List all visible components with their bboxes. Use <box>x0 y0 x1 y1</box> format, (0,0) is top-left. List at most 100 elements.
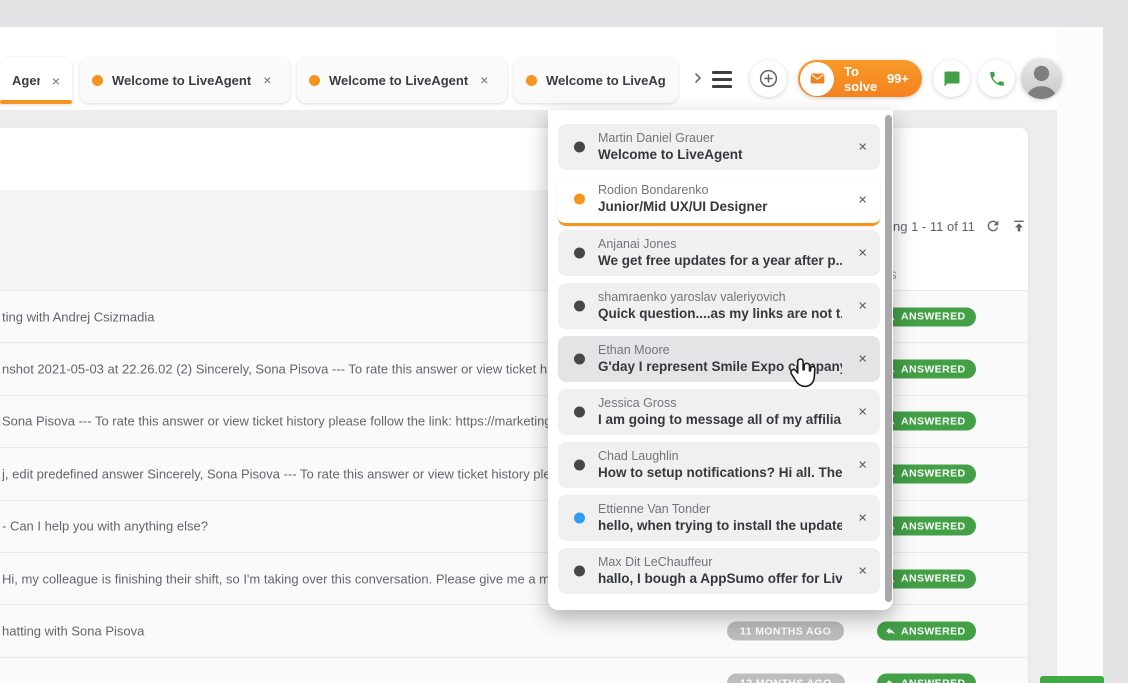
status-badge-label: ANSWERED <box>901 677 965 683</box>
right-gray-strip <box>1103 27 1128 683</box>
tab-close-icon[interactable]: × <box>263 72 271 88</box>
tab-status-dot-icon <box>309 75 320 86</box>
ticket-item-text: Jessica GrossI am going to message all o… <box>598 395 842 429</box>
ticket-tab[interactable]: Welcome to LiveAgent × <box>297 57 507 103</box>
cursor-pointer-icon <box>788 358 816 388</box>
tabs-overflow-chevron-icon[interactable] <box>690 68 706 88</box>
ticket-close-icon[interactable]: × <box>858 457 867 474</box>
right-white-strip <box>1057 27 1103 683</box>
ticket-requester-name: Max Dit LeChauffeur <box>598 554 842 570</box>
ticket-close-icon[interactable]: × <box>858 563 867 580</box>
status-badge-label: ANSWERED <box>901 573 965 585</box>
status-badge-label: ANSWERED <box>901 468 965 480</box>
status-badge-label: ANSWERED <box>901 520 965 532</box>
refresh-icon[interactable] <box>985 218 1001 234</box>
user-avatar[interactable] <box>1021 58 1062 99</box>
ticket-close-icon[interactable]: × <box>858 404 867 421</box>
ticket-subject: How to setup notifications? Hi all. The … <box>598 464 842 482</box>
status-badge: ANSWERED <box>877 622 976 641</box>
window-top-strip <box>0 0 1128 27</box>
tab-label: Agent <box>12 73 40 88</box>
ticket-close-icon[interactable]: × <box>858 510 867 527</box>
ticket-status-dot-icon <box>574 248 585 259</box>
ticket-status-dot-icon <box>574 301 585 312</box>
ticket-subject: hallo, I bough a AppSumo offer for Live.… <box>598 570 842 588</box>
ticket-close-icon[interactable]: × <box>858 351 867 368</box>
tab-label: Welcome to LiveAgent <box>546 73 666 88</box>
ticket-subject: I am going to message all of my affilia.… <box>598 411 842 429</box>
ticket-status-dot-icon <box>574 407 585 418</box>
ticket-row[interactable]: hatting with Sona Pisova 11 MONTHS AGO ANS… <box>0 605 1028 657</box>
to-solve-button[interactable]: To solve 99+ <box>798 60 922 97</box>
tab-menu-icon[interactable] <box>712 71 732 92</box>
ticket-requester-name: Chad Laughlin <box>598 448 842 464</box>
liveagent-app: ng 1 - 11 of 11 tus ting with Andrej Csi… <box>0 0 1128 683</box>
tab-label: Welcome to LiveAgent <box>112 73 251 88</box>
ticket-requester-name: Ethan Moore <box>598 342 842 358</box>
ticket-status-dot-icon <box>574 354 585 365</box>
reply-arrow-icon <box>885 678 896 683</box>
ticket-close-icon[interactable]: × <box>858 245 867 262</box>
new-ticket-button[interactable] <box>750 60 787 97</box>
status-badge: ANSWERED <box>877 674 976 683</box>
ticket-requester-name: shamraenko yaroslav valeriyovich <box>598 289 842 305</box>
ticket-close-icon[interactable]: × <box>858 139 867 156</box>
to-solve-label: To solve <box>844 64 887 94</box>
ticket-item-text: Martin Daniel GrauerWelcome to LiveAgent <box>598 130 842 164</box>
ticket-status-dot-icon <box>574 460 585 471</box>
ticket-tab[interactable]: Welcome to LiveAgent <box>514 57 678 103</box>
ticket-subject: Quick question....as my links are not t.… <box>598 305 842 323</box>
dropdown-scrollbar[interactable] <box>885 115 892 602</box>
ticket-tab[interactable]: Welcome to LiveAgent × <box>80 57 290 103</box>
status-badge-label: ANSWERED <box>901 625 965 637</box>
ticket-item-text: Max Dit LeChauffeurhallo, I bough a AppS… <box>598 554 842 588</box>
chat-button[interactable] <box>933 60 970 97</box>
tab-close-icon[interactable]: × <box>52 73 60 89</box>
collapse-top-icon[interactable] <box>1011 218 1027 234</box>
open-ticket-item[interactable]: shamraenko yaroslav valeriyovichQuick qu… <box>558 283 880 329</box>
open-ticket-item[interactable]: Ettienne Van Tonderhello, when trying to… <box>558 495 880 541</box>
chat-bubble-icon <box>943 70 961 88</box>
to-solve-count: 99+ <box>887 71 909 86</box>
ticket-status-dot-icon <box>574 513 585 524</box>
phone-icon <box>988 70 1006 88</box>
ticket-close-icon[interactable]: × <box>858 298 867 315</box>
ticket-requester-name: Anjanai Jones <box>598 236 842 252</box>
open-ticket-item[interactable]: Chad LaughlinHow to setup notifications?… <box>558 442 880 488</box>
ticket-subject: hello, when trying to install the update… <box>598 517 842 535</box>
plus-circle-icon <box>758 68 779 89</box>
ticket-subject: Junior/Mid UX/UI Designer <box>598 198 842 216</box>
chat-button-cutoff <box>1040 676 1104 683</box>
open-ticket-item[interactable]: Rodion BondarenkoJunior/Mid UX/UI Design… <box>558 177 880 226</box>
ticket-item-text: Rodion BondarenkoJunior/Mid UX/UI Design… <box>598 182 842 216</box>
tab-close-icon[interactable]: × <box>480 72 488 88</box>
ticket-item-text: Chad LaughlinHow to setup notifications?… <box>598 448 842 482</box>
ticket-item-text: shamraenko yaroslav valeriyovichQuick qu… <box>598 289 842 323</box>
ticket-status-dot-icon <box>574 194 585 205</box>
ticket-row[interactable]: 12 MONTHS AGO ANSWERED <box>0 658 1028 683</box>
ticket-close-icon[interactable]: × <box>858 192 867 209</box>
phone-button[interactable] <box>978 60 1015 97</box>
ticket-status-dot-icon <box>574 566 585 577</box>
open-ticket-item[interactable]: Max Dit LeChauffeurhallo, I bough a AppS… <box>558 548 880 594</box>
tab-label: Welcome to LiveAgent <box>329 73 468 88</box>
open-ticket-item[interactable]: Anjanai JonesWe get free updates for a y… <box>558 230 880 276</box>
ticket-tab[interactable]: Agent × <box>0 57 72 104</box>
open-ticket-item[interactable]: Jessica GrossI am going to message all o… <box>558 389 880 435</box>
open-ticket-item[interactable]: Martin Daniel GrauerWelcome to LiveAgent… <box>558 124 880 170</box>
tab-status-dot-icon <box>92 75 103 86</box>
ticket-age-badge: 11 MONTHS AGO <box>727 622 844 641</box>
ticket-requester-name: Martin Daniel Grauer <box>598 130 842 146</box>
envelope-icon <box>800 62 834 96</box>
tab-status-dot-icon <box>526 75 537 86</box>
active-tab-underline <box>0 100 72 104</box>
ticket-age-badge: 12 MONTHS AGO <box>727 674 845 683</box>
open-ticket-item[interactable]: Ethan MooreG'day I represent Smile Expo … <box>558 336 880 382</box>
pagination-text: ng 1 - 11 of 11 <box>893 219 975 234</box>
status-badge-label: ANSWERED <box>901 363 965 375</box>
ticket-requester-name: Rodion Bondarenko <box>598 182 842 198</box>
ticket-snippet: hatting with Sona Pisova <box>2 624 718 639</box>
status-badge-label: ANSWERED <box>901 311 965 323</box>
ticket-requester-name: Ettienne Van Tonder <box>598 501 842 517</box>
person-photo-icon <box>1021 58 1062 99</box>
